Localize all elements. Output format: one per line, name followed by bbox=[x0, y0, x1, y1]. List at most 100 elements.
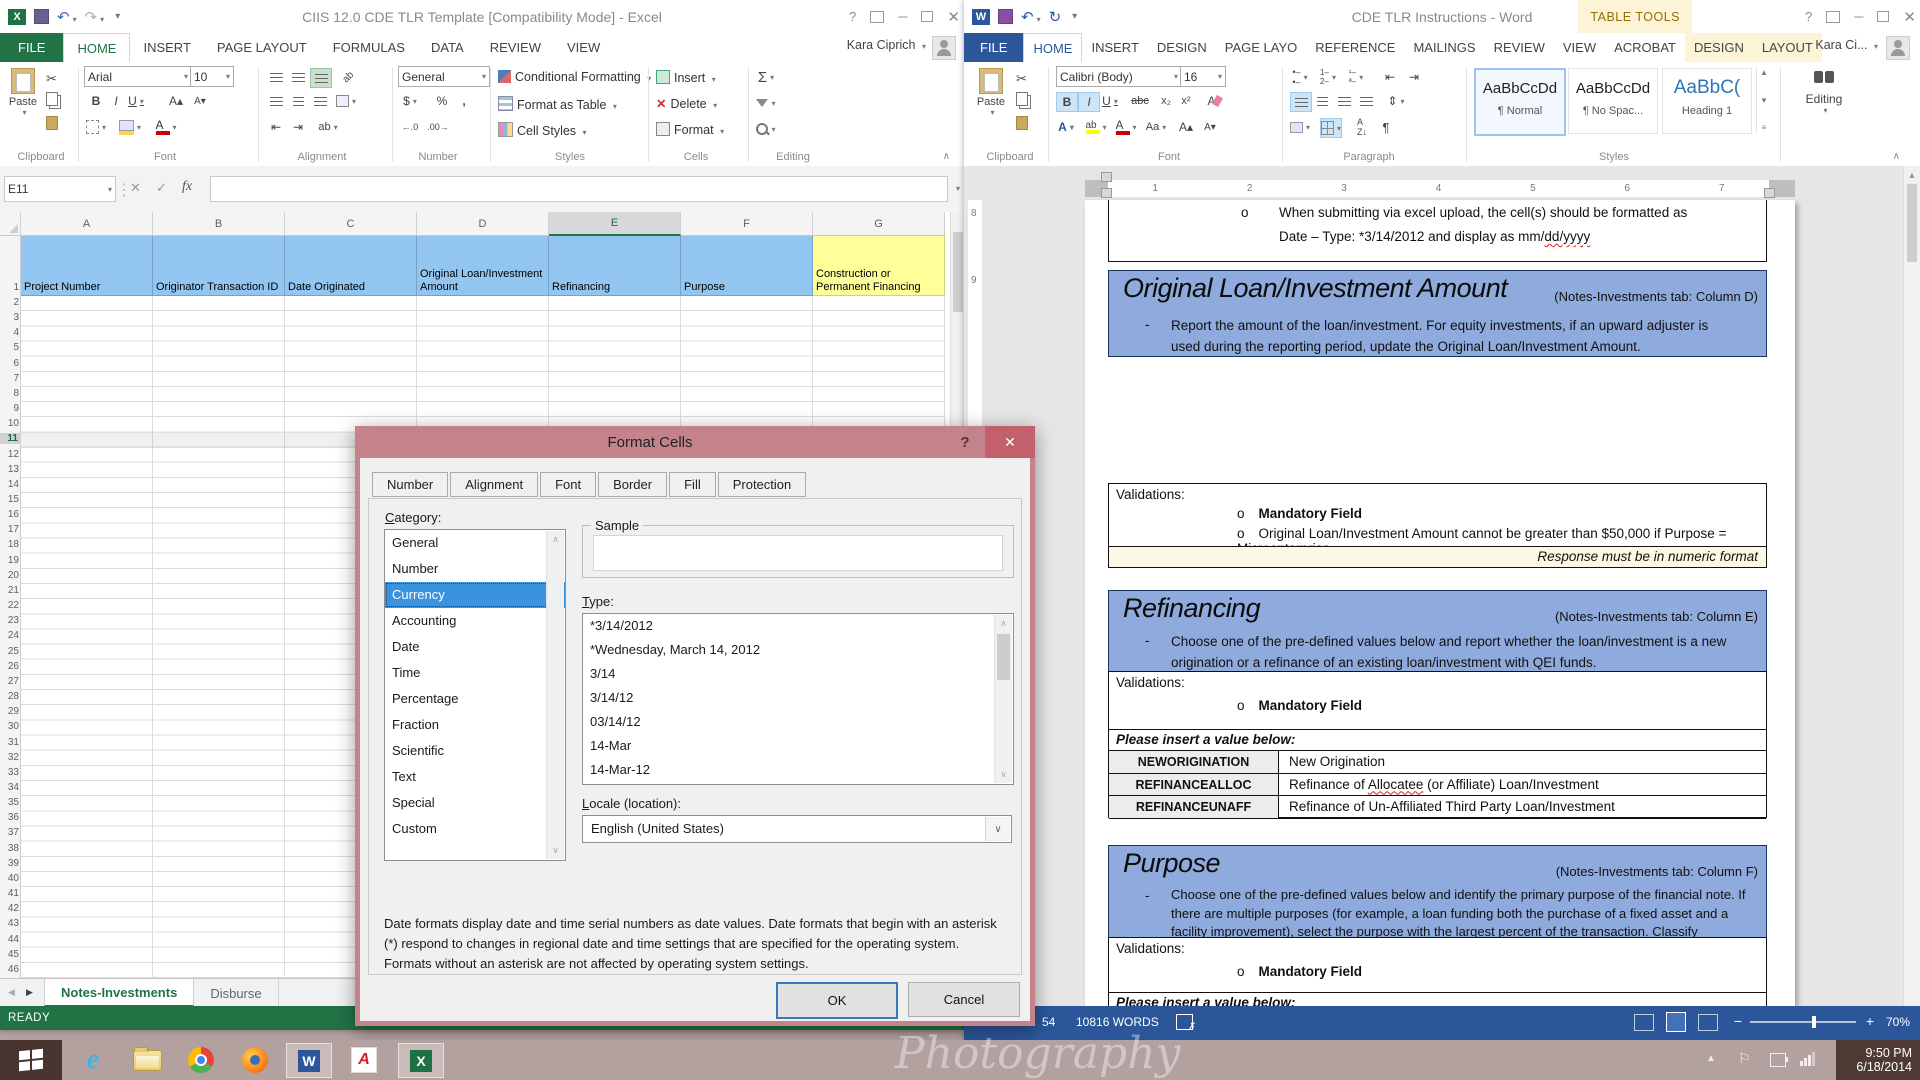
type-option[interactable]: 3/14 bbox=[583, 662, 1013, 686]
category-option[interactable]: Number bbox=[385, 556, 565, 582]
italic-button[interactable]: I bbox=[106, 92, 126, 110]
word-ribbon-tab[interactable]: DESIGN bbox=[1148, 33, 1216, 62]
ok-button[interactable]: OK bbox=[776, 982, 898, 1019]
category-option[interactable]: Percentage bbox=[385, 686, 565, 712]
sort-button[interactable]: AZ↓ bbox=[1352, 118, 1372, 136]
autosum-button[interactable]: Σ▾ bbox=[756, 68, 776, 86]
cancel-entry-icon[interactable]: ✕ bbox=[130, 180, 141, 196]
page-indicator[interactable]: 54 bbox=[1042, 1015, 1055, 1029]
excel-ribbon-tab[interactable]: INSERT bbox=[130, 33, 203, 62]
help-icon[interactable]: ? bbox=[849, 9, 856, 24]
grow-font-button[interactable]: A▴ bbox=[1176, 118, 1196, 136]
excel-ribbon-tab[interactable]: PAGE LAYOUT bbox=[204, 33, 320, 62]
dialog-titlebar[interactable]: Format Cells ? ✕ bbox=[355, 426, 1035, 458]
header-cell-G1[interactable]: Construction or Permanent Financing bbox=[813, 236, 945, 296]
header-cell-D1[interactable]: Original Loan/Investment Amount bbox=[417, 236, 549, 296]
font-size-select[interactable]: 10▾ bbox=[190, 66, 234, 87]
redo-icon[interactable]: ↷▾ bbox=[85, 8, 105, 26]
excel-taskbar-button[interactable]: X bbox=[398, 1043, 444, 1078]
format-cells-button[interactable]: Format ▾ bbox=[656, 122, 724, 137]
row-header-26[interactable]: 26 bbox=[0, 661, 22, 672]
text-effects-button[interactable]: A▾ bbox=[1056, 118, 1076, 136]
accounting-format-button[interactable]: $▾ bbox=[400, 92, 420, 110]
align-center-button[interactable] bbox=[1312, 92, 1332, 110]
web-layout-icon[interactable] bbox=[1698, 1014, 1718, 1031]
conditional-formatting-button[interactable]: Conditional Formatting ▾ bbox=[498, 70, 651, 84]
row-header-33[interactable]: 33 bbox=[0, 767, 22, 778]
align-top-button[interactable] bbox=[266, 68, 286, 86]
excel-ribbon-tab[interactable]: FORMULAS bbox=[320, 33, 418, 62]
minimize-icon[interactable]: ─ bbox=[1854, 9, 1863, 24]
row-header-15[interactable]: 15 bbox=[0, 494, 22, 505]
row-header-6[interactable]: 6 bbox=[0, 358, 22, 369]
shading-button[interactable]: ▾ bbox=[1290, 118, 1310, 136]
sheet-tab[interactable]: Notes-Investments bbox=[44, 979, 194, 1007]
indent-marker-right[interactable] bbox=[1764, 188, 1775, 198]
dialog-tab[interactable]: Protection bbox=[718, 472, 807, 497]
row-header-27[interactable]: 27 bbox=[0, 676, 22, 687]
find-select-icon[interactable]: ▾ bbox=[756, 120, 776, 138]
name-box[interactable]: E11▾ bbox=[4, 176, 116, 202]
number-format-select[interactable]: General▾ bbox=[398, 66, 490, 87]
category-option[interactable]: Custom bbox=[385, 816, 565, 842]
row-header-29[interactable]: 29 bbox=[0, 706, 22, 717]
read-mode-icon[interactable] bbox=[1634, 1014, 1654, 1031]
row-header-34[interactable]: 34 bbox=[0, 782, 22, 793]
wrap-text-button[interactable]: ab▾ bbox=[318, 118, 338, 136]
style-card-normal[interactable]: AaBbCcDd ¶ Normal bbox=[1474, 68, 1566, 136]
zoom-out-icon[interactable]: − bbox=[1734, 1013, 1742, 1029]
row-header-7[interactable]: 7 bbox=[0, 373, 22, 384]
chrome-icon[interactable] bbox=[186, 1045, 216, 1075]
header-cell-A1[interactable]: Project Number bbox=[21, 236, 153, 296]
scroll-down-icon[interactable]: ∨ bbox=[547, 842, 564, 859]
justify-button[interactable] bbox=[1356, 92, 1376, 110]
superscript-button[interactable]: x² bbox=[1176, 92, 1196, 110]
fill-color-button[interactable]: ▾ bbox=[120, 118, 140, 136]
row-header-21[interactable]: 21 bbox=[0, 585, 22, 596]
row-header-23[interactable]: 23 bbox=[0, 615, 22, 626]
word-ribbon-tab[interactable]: LAYOUT bbox=[1753, 33, 1822, 62]
dialog-tab[interactable]: Font bbox=[540, 472, 596, 497]
action-center-flag-icon[interactable]: ⚐ bbox=[1738, 1050, 1751, 1067]
excel-avatar[interactable] bbox=[932, 36, 956, 60]
row-header-46[interactable]: 46 bbox=[0, 964, 22, 975]
style-card-heading1[interactable]: AaBbC( Heading 1 bbox=[1662, 68, 1752, 134]
insert-function-icon[interactable]: fx bbox=[182, 179, 192, 195]
row-header-40[interactable]: 40 bbox=[0, 873, 22, 884]
scroll-up-icon[interactable]: ∧ bbox=[547, 531, 564, 548]
column-header-F[interactable]: F bbox=[681, 212, 813, 236]
font-color-button[interactable]: A▾ bbox=[156, 118, 176, 136]
undo-icon[interactable]: ↶▾ bbox=[1021, 8, 1041, 26]
word-ribbon-tab[interactable]: ACROBAT bbox=[1605, 33, 1685, 62]
type-option[interactable]: 3/14/12 bbox=[583, 686, 1013, 710]
select-all-corner[interactable] bbox=[0, 212, 21, 236]
row-header-32[interactable]: 32 bbox=[0, 752, 22, 763]
borders-button[interactable]: ▾ bbox=[1320, 118, 1342, 138]
copy-icon[interactable] bbox=[1016, 92, 1028, 106]
category-option[interactable]: Fraction bbox=[385, 712, 565, 738]
row-header-18[interactable]: 18 bbox=[0, 539, 22, 550]
word-ribbon-tab[interactable]: REVIEW bbox=[1485, 33, 1554, 62]
category-option[interactable]: Currency bbox=[385, 582, 565, 608]
column-header-C[interactable]: C bbox=[285, 212, 417, 236]
increase-decimal-button[interactable]: ←.0 bbox=[400, 118, 420, 136]
proofing-icon[interactable]: ✗ bbox=[1176, 1014, 1193, 1030]
align-middle-button[interactable] bbox=[288, 68, 308, 86]
shrink-font-button[interactable]: A▾ bbox=[1200, 118, 1220, 136]
word-count[interactable]: 10816 WORDS bbox=[1076, 1015, 1159, 1029]
grow-font-button[interactable]: A▴ bbox=[166, 92, 186, 110]
dialog-tab[interactable]: Border bbox=[598, 472, 667, 497]
column-header-B[interactable]: B bbox=[153, 212, 285, 236]
header-cell-E1[interactable]: Refinancing bbox=[549, 236, 681, 296]
row-header-9[interactable]: 9 bbox=[0, 403, 22, 414]
row-header-13[interactable]: 13 bbox=[0, 464, 22, 475]
column-header-E[interactable]: E bbox=[549, 212, 681, 236]
close-icon[interactable]: ✕ bbox=[1903, 8, 1916, 26]
header-cell-F1[interactable]: Purpose bbox=[681, 236, 813, 296]
print-layout-icon[interactable] bbox=[1666, 1012, 1686, 1032]
word-user-name[interactable]: Kara Ci... ▾ bbox=[1815, 38, 1878, 52]
start-button[interactable] bbox=[0, 1040, 62, 1080]
word-ribbon-tab[interactable]: PAGE LAYO bbox=[1216, 33, 1307, 62]
type-option[interactable]: 03/14/12 bbox=[583, 710, 1013, 734]
format-painter-icon[interactable] bbox=[1016, 116, 1028, 130]
